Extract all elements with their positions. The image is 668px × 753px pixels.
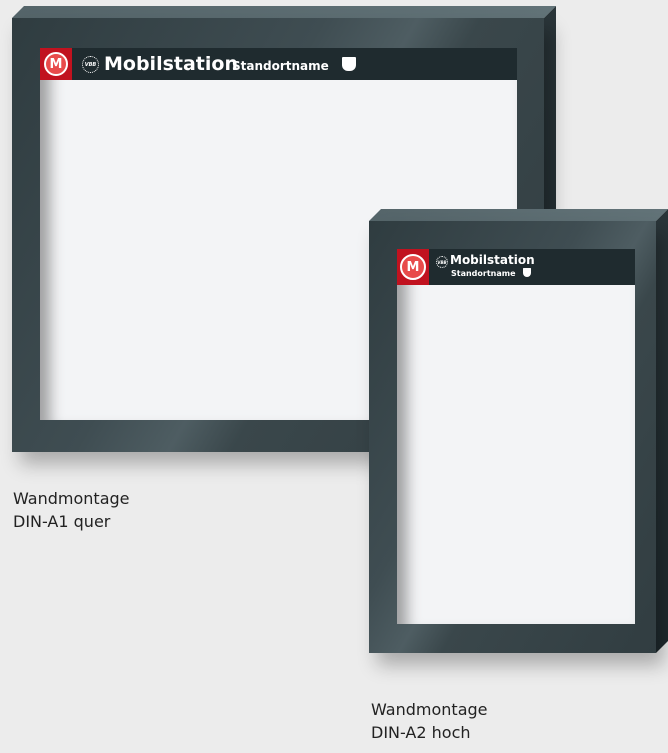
poster-header: M VBB Mobilstation Standortname — [397, 249, 635, 285]
caption-din-a2: Wandmontage DIN-A2 hoch — [371, 698, 488, 744]
poster-subtitle: Standortname — [232, 59, 329, 73]
poster-title: Mobilstation — [450, 253, 535, 267]
poster-subtitle: Standortname — [451, 269, 516, 278]
shield-icon — [523, 268, 531, 277]
caption-line-1: Wandmontage — [371, 700, 488, 719]
frame-din-a2-portrait: M VBB Mobilstation Standortname — [369, 209, 668, 653]
poster-title: Mobilstation — [104, 53, 238, 75]
mobilstation-logo: M — [40, 48, 72, 80]
m-logo-icon: M — [44, 52, 68, 76]
vbb-logo-icon: VBB — [82, 56, 99, 73]
poster-area: M VBB Mobilstation Standortname — [397, 249, 635, 624]
caption-line-1: Wandmontage — [13, 489, 130, 508]
poster-header: M VBB Mobilstation Standortname — [40, 48, 517, 80]
caption-line-2: DIN-A1 quer — [13, 512, 111, 531]
shield-icon — [342, 57, 356, 71]
vbb-logo-icon: VBB — [436, 256, 448, 268]
frame-top-edge — [369, 209, 668, 221]
caption-line-2: DIN-A2 hoch — [371, 723, 471, 742]
mobilstation-logo: M — [397, 249, 429, 285]
caption-din-a1: Wandmontage DIN-A1 quer — [13, 487, 130, 533]
frame-top-edge — [12, 6, 556, 18]
frame-side-edge — [656, 209, 668, 653]
m-logo-icon: M — [400, 254, 426, 280]
